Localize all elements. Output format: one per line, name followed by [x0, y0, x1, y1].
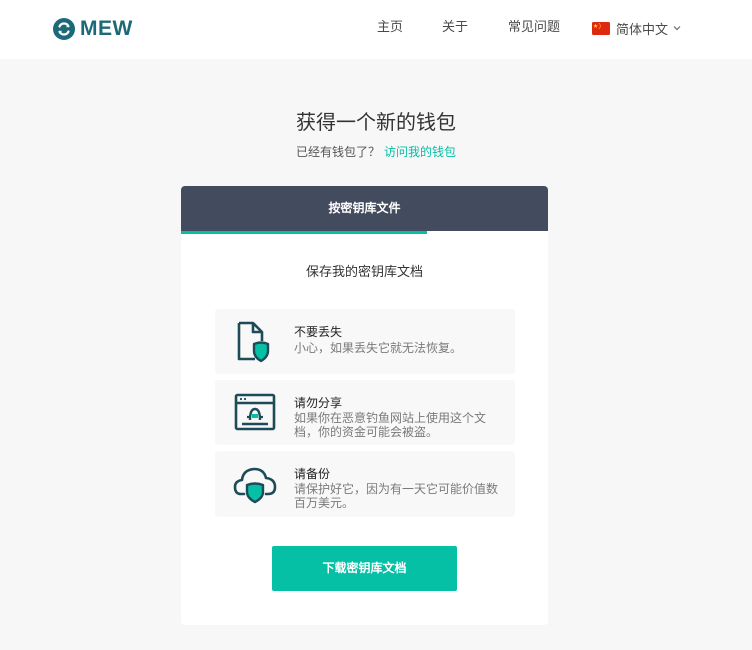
download-keystore-button[interactable]: 下载密钥库文档 — [272, 546, 457, 591]
warning-item-dont-share: 请勿分享 如果你在恶意钓鱼网站上使用这个文档，你的资金可能会被盗。 — [215, 380, 515, 445]
tab-bar: 按密钥库文件 — [181, 186, 548, 231]
warning-title: 请备份 — [294, 467, 331, 481]
warning-item-backup: 请备份 请保护好它，因为有一天它可能价值数百万美元。 — [215, 451, 515, 517]
language-selector[interactable]: 简体中文 — [592, 18, 681, 38]
nav-faq[interactable]: 常见问题 — [508, 19, 560, 37]
nav-about[interactable]: 关于 — [442, 19, 468, 37]
progress-fill — [181, 231, 427, 234]
access-wallet-link[interactable]: 访问我的钱包 — [384, 145, 456, 159]
page-title: 获得一个新的钱包 — [296, 110, 456, 134]
section-title: 保存我的密钥库文档 — [305, 265, 423, 280]
chevron-down-icon — [673, 26, 681, 31]
create-wallet-card: 按密钥库文件 保存我的密钥库文档 不要丢失 小心，如果丢失它就无法恢复。 请勿分… — [181, 186, 548, 625]
phishing-browser-icon — [234, 393, 276, 431]
china-flag-icon — [592, 21, 610, 35]
warning-description: 请保护好它，因为有一天它可能价值数百万美元。 — [294, 482, 499, 510]
warning-description: 如果你在恶意钓鱼网站上使用这个文档，你的资金可能会被盗。 — [294, 411, 487, 439]
cloud-shield-icon — [233, 467, 277, 504]
subtitle-text: 已经有钱包了？ — [295, 145, 380, 159]
language-label: 简体中文 — [616, 22, 669, 38]
nav-home[interactable]: 主页 — [377, 19, 403, 37]
warning-title: 请勿分享 — [294, 396, 343, 410]
mew-logo[interactable]: MEW — [53, 17, 133, 41]
tab-keystore-file[interactable]: 按密钥库文件 — [181, 186, 548, 231]
top-header: MEW 主页 关于 常见问题 简体中文 — [0, 0, 752, 59]
page-subtitle: 已经有钱包了？ 访问我的钱包 — [0, 143, 752, 161]
warning-title: 不要丢失 — [294, 325, 343, 339]
logo-text: MEW — [80, 17, 133, 40]
mew-logo-icon — [53, 18, 75, 40]
warning-item-dont-lose: 不要丢失 小心，如果丢失它就无法恢复。 — [215, 309, 515, 374]
file-shield-icon — [237, 321, 270, 363]
warning-description: 小心，如果丢失它就无法恢复。 — [294, 341, 463, 355]
progress-track — [181, 231, 548, 234]
